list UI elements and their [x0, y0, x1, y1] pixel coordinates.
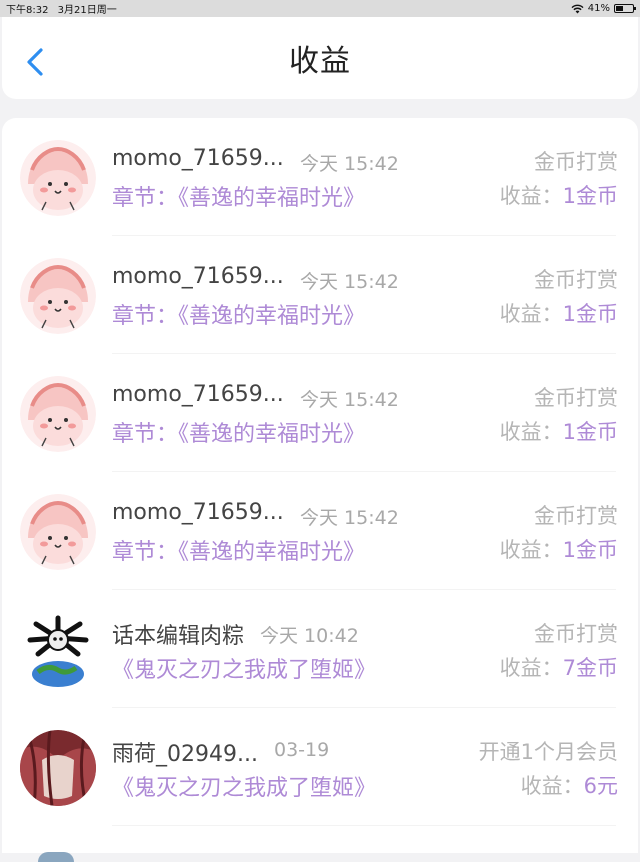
row-line-1: 雨荷_02949... 03-19 开通1个月会员	[112, 736, 618, 766]
user-name[interactable]: momo_71659...	[112, 264, 284, 289]
user-name[interactable]: 雨荷_02949...	[112, 736, 258, 768]
earning-type: 金币打赏	[534, 618, 618, 648]
time-stamp: 今天 15:42	[300, 267, 399, 294]
time-stamp: 今天 15:42	[300, 385, 399, 412]
row-line-2: 《鬼灭之刃之我成了堕姬》 收益：6元	[112, 770, 618, 802]
earning-label: 收益：	[500, 184, 563, 208]
row-line-1: momo_71659... 今天 15:42 金币打赏	[112, 264, 618, 294]
chapter-title[interactable]: 章节：《善逸的幸福时光》	[112, 416, 365, 448]
earning-type: 金币打赏	[534, 146, 618, 176]
status-time: 下午8:32	[6, 5, 48, 16]
nav-bar: 收益	[2, 17, 638, 99]
row-line-2: 章节：《善逸的幸福时光》 收益：1金币	[112, 534, 618, 566]
earning-row[interactable]: 话本编辑肉粽 今天 10:42 金币打赏 《鬼灭之刃之我成了堕姬》 收益：7金币	[2, 590, 638, 708]
chapter-title[interactable]: 章节：《善逸的幸福时光》	[112, 180, 365, 212]
earning-label: 收益：	[500, 302, 563, 326]
earning-value: 1金币	[563, 302, 618, 326]
page-title: 收益	[289, 36, 351, 80]
chapter-title[interactable]: 《鬼灭之刃之我成了堕姬》	[112, 652, 376, 684]
row-line-1: 话本编辑肉粽 今天 10:42 金币打赏	[112, 618, 618, 648]
status-date: 3月21日周一	[58, 5, 117, 16]
earning-amount: 收益：1金币	[500, 416, 618, 446]
user-avatar[interactable]	[20, 494, 96, 570]
user-avatar[interactable]	[20, 376, 96, 452]
earnings-list[interactable]: momo_71659... 今天 15:42 金币打赏 章节：《善逸的幸福时光》…	[2, 118, 638, 853]
battery-percent: 41%	[588, 3, 610, 14]
time-stamp: 今天 10:42	[260, 621, 359, 648]
next-avatar-peek	[38, 852, 74, 862]
user-name[interactable]: 话本编辑肉粽	[112, 618, 244, 650]
earning-row[interactable]: 雨荷_02949... 03-19 开通1个月会员 《鬼灭之刃之我成了堕姬》 收…	[2, 708, 638, 826]
user-name[interactable]: momo_71659...	[112, 382, 284, 407]
earning-label: 收益：	[500, 420, 563, 444]
earning-value: 1金币	[563, 420, 618, 444]
user-avatar[interactable]	[20, 258, 96, 334]
status-bar: 下午8:32 3月21日周一 41%	[0, 0, 640, 17]
row-line-1: momo_71659... 今天 15:42 金币打赏	[112, 382, 618, 412]
row-line-1: momo_71659... 今天 15:42 金币打赏	[112, 500, 618, 530]
earning-type: 金币打赏	[534, 500, 618, 530]
chapter-title[interactable]: 章节：《善逸的幸福时光》	[112, 298, 365, 330]
chapter-title[interactable]: 《鬼灭之刃之我成了堕姬》	[112, 770, 376, 802]
user-name[interactable]: momo_71659...	[112, 500, 284, 525]
earning-row[interactable]: momo_71659... 今天 15:42 金币打赏 章节：《善逸的幸福时光》…	[2, 472, 638, 590]
earning-type: 金币打赏	[534, 382, 618, 412]
earning-label: 收益：	[500, 656, 563, 680]
back-chevron-icon[interactable]	[24, 47, 48, 77]
row-line-2: 《鬼灭之刃之我成了堕姬》 收益：7金币	[112, 652, 618, 684]
time-stamp: 03-19	[274, 739, 329, 761]
earning-value: 1金币	[563, 538, 618, 562]
earning-value: 7金币	[563, 656, 618, 680]
earning-label: 收益：	[500, 538, 563, 562]
time-stamp: 今天 15:42	[300, 149, 399, 176]
earning-amount: 收益：6元	[521, 770, 618, 800]
row-divider	[112, 825, 616, 826]
status-left: 下午8:32 3月21日周一	[6, 1, 117, 16]
user-avatar[interactable]	[20, 140, 96, 216]
row-line-2: 章节：《善逸的幸福时光》 收益：1金币	[112, 180, 618, 212]
earning-value: 1金币	[563, 184, 618, 208]
earning-amount: 收益：1金币	[500, 534, 618, 564]
row-line-1: momo_71659... 今天 15:42 金币打赏	[112, 146, 618, 176]
earning-amount: 收益：1金币	[500, 180, 618, 210]
row-line-2: 章节：《善逸的幸福时光》 收益：1金币	[112, 298, 618, 330]
earning-amount: 收益：1金币	[500, 298, 618, 328]
user-avatar[interactable]	[20, 730, 96, 806]
earning-amount: 收益：7金币	[500, 652, 618, 682]
earning-value: 6元	[584, 774, 618, 798]
user-avatar[interactable]	[20, 612, 96, 688]
user-name[interactable]: momo_71659...	[112, 146, 284, 171]
earning-row[interactable]: momo_71659... 今天 15:42 金币打赏 章节：《善逸的幸福时光》…	[2, 236, 638, 354]
earning-row[interactable]: momo_71659... 今天 15:42 金币打赏 章节：《善逸的幸福时光》…	[2, 118, 638, 236]
status-right: 41%	[571, 3, 634, 14]
earning-type: 金币打赏	[534, 264, 618, 294]
earning-row[interactable]: momo_71659... 今天 15:42 金币打赏 章节：《善逸的幸福时光》…	[2, 354, 638, 472]
chapter-title[interactable]: 章节：《善逸的幸福时光》	[112, 534, 365, 566]
battery-icon	[614, 4, 634, 13]
wifi-icon	[571, 4, 584, 14]
row-line-2: 章节：《善逸的幸福时光》 收益：1金币	[112, 416, 618, 448]
time-stamp: 今天 15:42	[300, 503, 399, 530]
earning-label: 收益：	[521, 774, 584, 798]
earning-type: 开通1个月会员	[479, 736, 618, 766]
